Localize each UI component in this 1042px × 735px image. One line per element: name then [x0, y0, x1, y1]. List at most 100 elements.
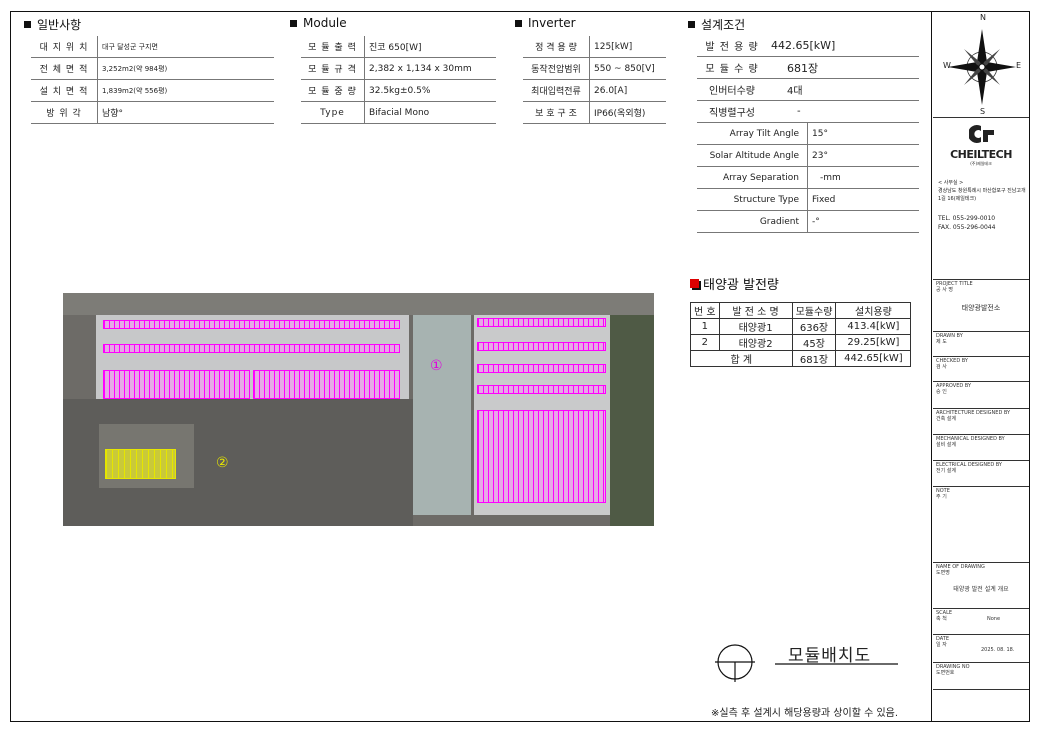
compass-south-label: S — [980, 107, 986, 116]
design-section-title: 설계조건 — [688, 16, 745, 33]
project-title-label-kr: 공 사 명 — [936, 287, 953, 293]
table-row: 직병렬구성 - — [697, 100, 919, 123]
table-row: Solar Altitude Angle 23° — [697, 144, 919, 167]
capacity-cell: 2 — [690, 334, 720, 351]
design-angle-key: Array Tilt Angle — [697, 123, 808, 145]
mechanical-label-kr: 설비 설계 — [936, 442, 956, 448]
general-key: 대 지 위 치 — [31, 36, 98, 58]
green-area — [610, 315, 654, 526]
module-value: 32.5kg±0.5% — [364, 79, 496, 102]
capacity-cell: 29.25[kW] — [835, 334, 912, 351]
site-marker-2: ② — [216, 455, 229, 471]
checked-by-cell: CHECKED BY 검 사 — [933, 356, 1029, 382]
drawn-by-label-kr: 제 도 — [936, 339, 947, 345]
square-bullet-icon — [688, 21, 695, 28]
square-bullet-icon — [24, 21, 31, 28]
table-row: 전 체 면 적 3,252m2(약 984평) — [31, 57, 274, 80]
scale-cell: SCALE 축 척 None — [933, 608, 1029, 635]
table-row: 모 듈 중 량 32.5kg±0.5% — [301, 79, 496, 102]
design-value: 442.65[kW] — [767, 35, 919, 57]
drawing-name-value: 태양광 발전 설계 개요 — [953, 586, 1009, 593]
design-table: 발 전 용 량 442.65[kW] 모 듈 수 량 681장 인버터수량 4대 직병… — [697, 35, 919, 123]
drawing-name-label-kr: 도면명 — [936, 570, 950, 576]
table-row: Structure Type Fixed — [697, 188, 919, 211]
solar-panel-row — [477, 385, 606, 394]
table-row: Array Separation -mm — [697, 166, 919, 189]
design-key: 발 전 용 량 — [697, 35, 767, 57]
table-row: 모 듈 수 량 681장 — [697, 56, 919, 79]
compass-east-label: E — [1016, 61, 1022, 70]
electrical-label-kr: 전기 설계 — [936, 468, 956, 474]
compass: N S W E — [933, 11, 1029, 118]
capacity-cell: 태양광1 — [718, 318, 793, 335]
table-row: 설 치 면 적 1,839m2(약 556평) — [31, 79, 274, 102]
inverter-key: 동작전압범위 — [523, 57, 590, 80]
architecture-cell: ARCHITECTURE DESIGNED BY 건축 설계 — [933, 408, 1029, 435]
company-logo-subtext: (주)제일테크 — [970, 161, 992, 166]
table-row: 최대입력전류 26.0[A] — [523, 79, 666, 102]
solar-panel-row — [103, 320, 400, 329]
address-text: 경상남도 창원특례시 마산합포구 진남고개1길 16(제일테크) — [938, 188, 1026, 202]
titleblock-divider — [931, 11, 932, 722]
solar-panel-block — [253, 370, 400, 399]
general-key: 방 위 각 — [31, 101, 98, 124]
table-row: 정 격 용 량 125[kW] — [523, 36, 666, 58]
approved-by-cell: APPROVED BY 승 인 — [933, 381, 1029, 409]
design-angle-value: 23° — [807, 144, 919, 167]
company-logo-text: CHEILTECH — [950, 148, 1012, 161]
capacity-total-cap: 442.65[kW] — [835, 350, 912, 367]
module-value: Bifacial Mono — [364, 101, 496, 124]
company-tel: TEL. 055-299-0010 — [938, 215, 996, 222]
module-title-text: Module — [303, 16, 347, 30]
table-row: 보 호 구 조 IP66(옥외형) — [523, 101, 666, 124]
approved-by-label-kr: 승 인 — [936, 389, 947, 395]
general-value: 1,839m2(약 556평) — [97, 79, 274, 102]
scale-label-kr: 축 척 — [936, 616, 947, 622]
inverter-section-title: Inverter — [515, 16, 576, 30]
table-row: 모 듈 출 력 진코 650[W] — [301, 36, 496, 58]
design-key: 인버터수량 — [697, 78, 767, 101]
capacity-total-label: 합 계 — [690, 350, 793, 367]
project-title-cell: PROJECT TITLE 공 사 명 태양광발전소 — [933, 279, 1029, 332]
building-roof-middle — [413, 315, 471, 515]
inverter-title-text: Inverter — [528, 16, 576, 30]
table-row: 모 듈 규 격 2,382 x 1,134 x 30mm — [301, 57, 496, 80]
capacity-section-title: 태양광 발전량 — [690, 274, 779, 293]
square-bullet-icon — [290, 19, 297, 27]
compass-west-label: W — [943, 61, 951, 70]
inverter-value: 125[kW] — [589, 36, 666, 58]
design-angle-key: Structure Type — [697, 188, 808, 211]
table-header-row: 번 호 발 전 소 명 모듈수량 설치용량 — [690, 302, 912, 319]
drawing-no-label-kr: 도면번호 — [936, 670, 955, 676]
layout-drawing-title: 모듈배치도 — [788, 646, 872, 666]
design-value: 4대 — [767, 78, 919, 101]
date-cell: DATE 일 자 2025. 08. 18. — [933, 634, 1029, 663]
capacity-header: 발 전 소 명 — [718, 302, 793, 319]
table-row: Gradient -° — [697, 210, 919, 233]
module-table: 모 듈 출 력 진코 650[W] 모 듈 규 격 2,382 x 1,134 x … — [301, 36, 496, 124]
scale-value: None — [987, 616, 1001, 622]
company-address: < 사무실 > 경상남도 창원특례시 마산합포구 진남고개1길 16(제일테크) — [938, 179, 1028, 203]
architecture-label-kr: 건축 설계 — [936, 416, 956, 422]
capacity-header: 번 호 — [690, 302, 720, 319]
solar-panel-block — [477, 410, 606, 503]
capacity-cell: 636장 — [791, 318, 837, 335]
table-row: 인버터수량 4대 — [697, 78, 919, 101]
design-angle-value: 15° — [807, 123, 919, 145]
table-row: Type Bifacial Mono — [301, 101, 496, 124]
capacity-table: 번 호 발 전 소 명 모듈수량 설치용량 1 태양광1 636장 413.4[… — [690, 302, 912, 367]
module-key: 모 듈 출 력 — [301, 36, 365, 58]
project-title-value: 태양광발전소 — [961, 304, 1001, 312]
design-angle-key: Solar Altitude Angle — [697, 144, 808, 167]
red-square-bullet-icon — [690, 279, 699, 288]
compass-north-label: N — [980, 13, 986, 22]
footer-note: ※실측 후 설계시 해당용량과 상이할 수 있음. — [711, 708, 899, 719]
table-row: 2 태양광2 45장 29.25[kW] — [690, 334, 912, 351]
design-title-text: 설계조건 — [701, 18, 746, 32]
general-table: 대 지 위 치 대구 달성군 구지면 전 체 면 적 3,252m2(약 984평)… — [31, 36, 274, 124]
table-row: 방 위 각 남향° — [31, 101, 274, 124]
capacity-header: 모듈수량 — [791, 302, 837, 319]
design-value: - — [767, 100, 919, 123]
solar-panel-block — [103, 370, 250, 399]
general-key: 설 치 면 적 — [31, 79, 98, 102]
